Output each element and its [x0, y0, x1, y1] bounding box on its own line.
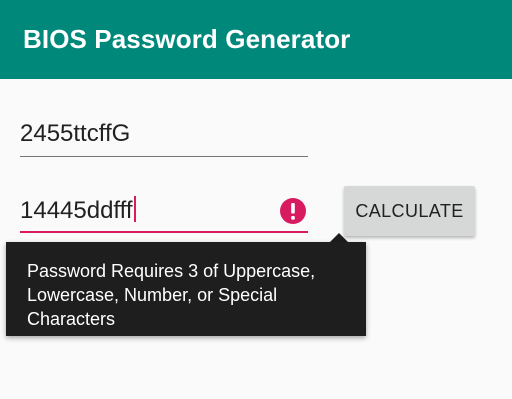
app-title: BIOS Password Generator: [23, 24, 351, 54]
calculate-button[interactable]: CALCULATE: [344, 186, 475, 236]
password-input-value: 14445ddfff: [20, 197, 133, 224]
password-input-value-wrap: 14445ddfff: [20, 196, 136, 225]
serial-input-value: 2455ttcffG: [20, 120, 131, 147]
error-tooltip-message: Password Requires 3 of Uppercase, Lowerc…: [27, 261, 316, 329]
password-input[interactable]: 14445ddfff: [20, 188, 308, 233]
serial-input[interactable]: 2455ttcffG: [20, 118, 308, 157]
text-caret: [133, 196, 136, 222]
error-tooltip: Password Requires 3 of Uppercase, Lowerc…: [6, 242, 366, 336]
app-bar: BIOS Password Generator: [0, 0, 512, 79]
tooltip-arrow: [330, 233, 348, 242]
error-exclamation-icon[interactable]: [279, 197, 307, 225]
